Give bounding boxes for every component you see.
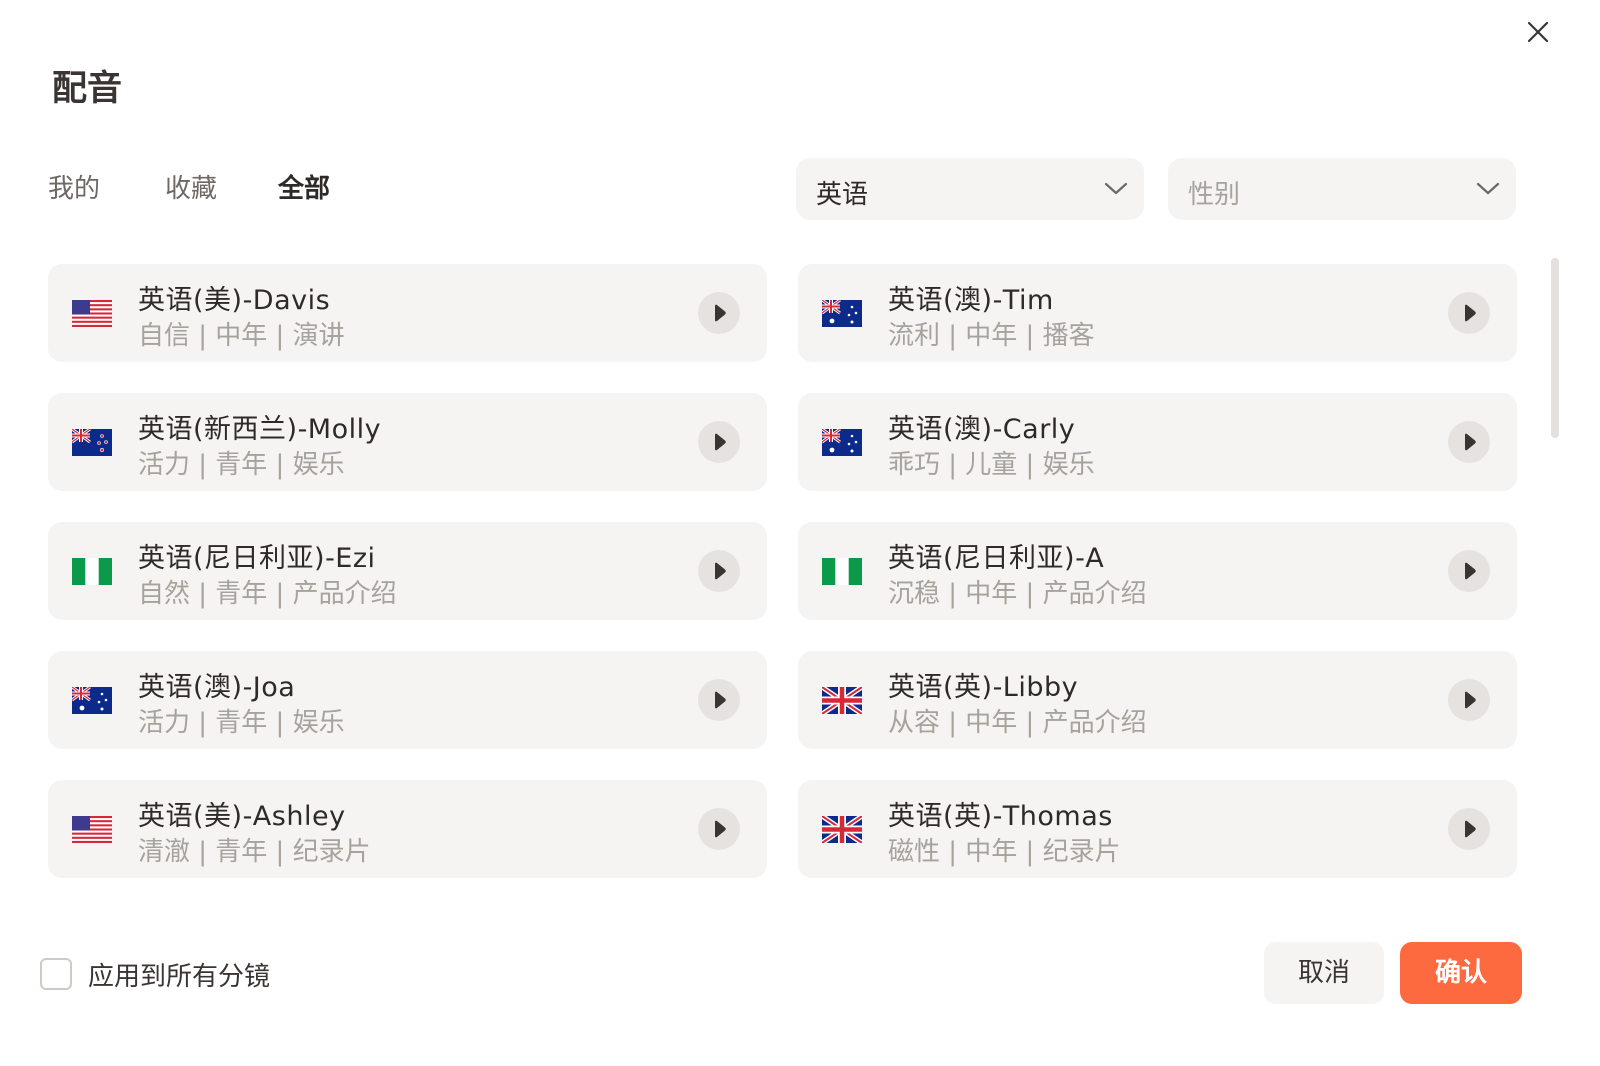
us-flag-icon <box>72 300 112 327</box>
voice-tags: 从容 | 中年 | 产品介绍 <box>888 708 1147 738</box>
voice-name: 英语(尼日利亚)-A <box>888 543 1105 574</box>
voice-tags: 沉稳 | 中年 | 产品介绍 <box>888 579 1147 609</box>
voice-tags: 自然 | 青年 | 产品介绍 <box>138 579 397 609</box>
chevron-down-icon <box>1476 182 1500 195</box>
play-button[interactable] <box>1448 808 1490 850</box>
voice-name: 英语(英)-Libby <box>888 672 1079 703</box>
au-flag-icon <box>822 300 862 327</box>
play-icon <box>715 304 726 322</box>
voice-tags: 乖巧 | 儿童 | 娱乐 <box>888 450 1095 480</box>
apply-all-checkbox[interactable] <box>40 958 72 990</box>
voice-card[interactable]: 英语(尼日利亚)-Ezi 自然 | 青年 | 产品介绍 <box>48 522 767 620</box>
play-button[interactable] <box>698 808 740 850</box>
au-flag-icon <box>72 687 112 714</box>
close-button[interactable] <box>1522 16 1554 48</box>
play-icon <box>715 820 726 838</box>
au-flag-icon <box>822 429 862 456</box>
dialog-title: 配音 <box>52 69 123 109</box>
play-button[interactable] <box>1448 679 1490 721</box>
voice-tags: 清澈 | 青年 | 纪录片 <box>138 837 371 867</box>
voice-tags: 磁性 | 中年 | 纪录片 <box>888 837 1121 867</box>
voice-name: 英语(新西兰)-Molly <box>138 414 382 445</box>
uk-flag-icon <box>822 687 862 714</box>
gender-select-placeholder: 性别 <box>1188 180 1241 210</box>
voice-card[interactable]: 英语(新西兰)-Molly 活力 | 青年 | 娱乐 <box>48 393 767 491</box>
voice-tags: 活力 | 青年 | 娱乐 <box>138 708 345 738</box>
language-select[interactable]: 英语 <box>796 158 1144 220</box>
us-flag-icon <box>72 816 112 843</box>
cancel-button[interactable]: 取消 <box>1264 942 1384 1004</box>
play-button[interactable] <box>698 421 740 463</box>
play-icon <box>1465 433 1476 451</box>
play-icon <box>1465 820 1476 838</box>
close-icon <box>1527 21 1549 43</box>
play-button[interactable] <box>698 550 740 592</box>
ng-flag-icon <box>72 558 112 585</box>
voice-name: 英语(美)-Davis <box>138 285 331 316</box>
voice-card[interactable]: 英语(美)-Ashley 清澈 | 青年 | 纪录片 <box>48 780 767 878</box>
voice-name: 英语(澳)-Tim <box>888 285 1054 316</box>
voice-dialog: 配音 我的 收藏 全部 英语 性别 英语(美)-Davis 自信 | 中年 | 演… <box>0 0 1600 1066</box>
play-icon <box>1465 304 1476 322</box>
voice-card[interactable]: 英语(澳)-Carly 乖巧 | 儿童 | 娱乐 <box>798 393 1517 491</box>
voice-card[interactable]: 英语(澳)-Joa 活力 | 青年 | 娱乐 <box>48 651 767 749</box>
voice-name: 英语(澳)-Joa <box>138 672 296 703</box>
tab-all[interactable]: 全部 <box>278 168 330 205</box>
voice-card[interactable]: 英语(尼日利亚)-A 沉稳 | 中年 | 产品介绍 <box>798 522 1517 620</box>
voice-card[interactable]: 英语(澳)-Tim 流利 | 中年 | 播客 <box>798 264 1517 362</box>
chevron-down-icon <box>1104 182 1128 195</box>
voice-name: 英语(澳)-Carly <box>888 414 1076 445</box>
language-select-value: 英语 <box>816 180 869 210</box>
play-icon <box>1465 562 1476 580</box>
gender-select[interactable]: 性别 <box>1168 158 1516 220</box>
play-button[interactable] <box>698 292 740 334</box>
play-button[interactable] <box>1448 421 1490 463</box>
tab-favorites[interactable]: 收藏 <box>165 168 217 205</box>
voice-card[interactable]: 英语(英)-Thomas 磁性 | 中年 | 纪录片 <box>798 780 1517 878</box>
voice-tags: 流利 | 中年 | 播客 <box>888 321 1095 351</box>
voice-tags: 活力 | 青年 | 娱乐 <box>138 450 345 480</box>
confirm-button[interactable]: 确认 <box>1400 942 1522 1004</box>
ng-flag-icon <box>822 558 862 585</box>
play-icon <box>715 433 726 451</box>
apply-all-label: 应用到所有分镜 <box>88 962 271 992</box>
voice-name: 英语(英)-Thomas <box>888 801 1113 832</box>
nz-flag-icon <box>72 429 112 456</box>
play-icon <box>715 562 726 580</box>
voice-name: 英语(尼日利亚)-Ezi <box>138 543 376 574</box>
scrollbar-thumb[interactable] <box>1551 258 1559 438</box>
voice-tags: 自信 | 中年 | 演讲 <box>138 321 345 351</box>
tab-mine[interactable]: 我的 <box>48 168 100 205</box>
play-button[interactable] <box>1448 292 1490 334</box>
play-icon <box>1465 691 1476 709</box>
play-button[interactable] <box>698 679 740 721</box>
voice-card[interactable]: 英语(美)-Davis 自信 | 中年 | 演讲 <box>48 264 767 362</box>
voice-name: 英语(美)-Ashley <box>138 801 346 832</box>
uk-flag-icon <box>822 816 862 843</box>
play-button[interactable] <box>1448 550 1490 592</box>
voice-card[interactable]: 英语(英)-Libby 从容 | 中年 | 产品介绍 <box>798 651 1517 749</box>
play-icon <box>715 691 726 709</box>
